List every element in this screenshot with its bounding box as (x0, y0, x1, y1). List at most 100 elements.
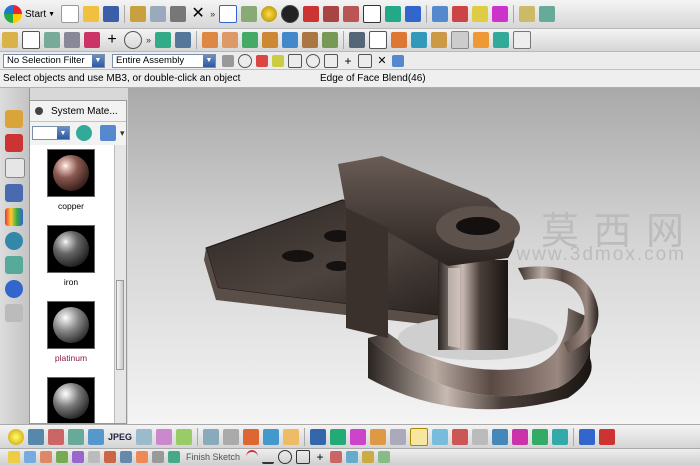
sketch-orient-icon[interactable] (88, 451, 100, 463)
delete-icon[interactable]: ✕ (190, 6, 206, 22)
sketch-view-icon[interactable] (136, 451, 148, 463)
snap-surface-icon[interactable] (392, 54, 404, 67)
snap-center-icon[interactable] (306, 53, 320, 68)
trim-icon[interactable] (473, 32, 490, 48)
fit-icon[interactable] (219, 5, 238, 23)
line-icon[interactable] (155, 32, 172, 48)
camera-icon[interactable] (28, 428, 44, 445)
sketch-grid-icon[interactable] (152, 451, 164, 463)
assembly-navigator-icon[interactable] (5, 110, 23, 128)
extrude-icon[interactable] (202, 32, 219, 48)
open-folder-icon[interactable] (83, 6, 100, 22)
background-scene-icon[interactable] (203, 428, 220, 445)
grid-display-icon[interactable] (532, 428, 549, 445)
decal-icon[interactable] (88, 428, 104, 445)
rotate-icon[interactable] (261, 6, 278, 22)
sketch-icon[interactable] (2, 32, 18, 48)
sketch-circle-icon[interactable] (278, 450, 293, 464)
measure-icon[interactable] (492, 6, 509, 22)
snap-intersect-icon[interactable]: ✕ (376, 55, 388, 67)
fog-icon[interactable] (472, 428, 489, 445)
more-icon[interactable]: » (210, 9, 215, 19)
web-browser-icon[interactable] (5, 232, 23, 250)
lasso-icon[interactable] (238, 53, 252, 68)
image-icon[interactable] (44, 32, 60, 48)
part-navigator-icon[interactable] (5, 158, 25, 178)
boss-icon[interactable] (262, 32, 279, 48)
light-bulb-icon[interactable] (8, 428, 24, 445)
draft-icon[interactable] (493, 32, 510, 48)
curve-icon[interactable] (84, 32, 100, 48)
panel-scrollbar[interactable] (114, 145, 126, 423)
list-item[interactable]: platinum (40, 301, 102, 363)
chevron-down-icon[interactable]: ▾ (120, 128, 125, 139)
color-icon[interactable] (370, 428, 387, 445)
unite-icon[interactable] (391, 32, 408, 48)
arc-icon[interactable] (175, 32, 192, 48)
offset-icon[interactable] (513, 31, 532, 49)
shadow-icon[interactable] (452, 428, 469, 445)
jpeg-export-button[interactable]: JPEG (108, 432, 132, 442)
revolve-icon[interactable] (222, 32, 239, 48)
snap-endpoint-icon[interactable] (256, 54, 268, 67)
texture-icon[interactable] (68, 428, 84, 445)
sketch-arc-icon[interactable] (246, 450, 259, 464)
selection-scope-dropdown[interactable]: Entire Assembly ▼ (112, 53, 216, 68)
material-editor-icon[interactable] (223, 428, 240, 445)
list-item[interactable]: iron (40, 225, 102, 287)
reflection-icon[interactable] (492, 428, 509, 445)
scene-icon[interactable] (176, 428, 193, 445)
render-style-icon[interactable] (281, 5, 300, 23)
sketch-dimension-icon[interactable] (362, 451, 375, 463)
constraint-navigator-icon[interactable] (5, 134, 23, 152)
highlight-icon[interactable] (350, 428, 367, 445)
selected-tool-icon[interactable] (410, 427, 429, 446)
palette-icon[interactable] (5, 208, 23, 226)
copy-icon[interactable] (150, 6, 167, 22)
wcs-icon[interactable] (452, 6, 469, 22)
graphics-viewport[interactable]: 莫 西 网 www.3dmox.com (128, 88, 700, 424)
subtract-icon[interactable] (411, 32, 428, 48)
material-view-dropdown[interactable]: ▼ (32, 126, 70, 140)
visual-effects-icon[interactable] (156, 428, 173, 445)
sketch-line-icon[interactable] (262, 450, 275, 464)
finish-flag-icon[interactable] (168, 451, 180, 463)
scrollbar-thumb[interactable] (116, 280, 124, 370)
sketch-plane-icon[interactable] (72, 451, 84, 463)
refresh-icon[interactable] (76, 125, 92, 141)
shaded-icon[interactable] (303, 6, 320, 22)
wireframe-icon[interactable] (343, 6, 360, 22)
shaded-edges-icon[interactable] (323, 6, 340, 22)
snap-control-icon[interactable] (288, 53, 302, 68)
chamfer-icon[interactable] (322, 32, 339, 48)
zoom-icon[interactable] (241, 6, 258, 22)
environment-icon[interactable] (512, 428, 529, 445)
render-icon[interactable] (599, 428, 616, 445)
snap-point-icon[interactable]: + (342, 55, 354, 67)
sketch-trim-icon[interactable] (330, 451, 343, 463)
pin-icon[interactable] (35, 107, 43, 115)
list-item[interactable] (40, 377, 102, 423)
pattern-icon[interactable] (349, 32, 366, 48)
toolbar-options-icon[interactable] (519, 6, 536, 22)
sketch-constraint-icon[interactable] (346, 451, 359, 463)
sketch-rectangle-icon[interactable] (296, 450, 311, 464)
analysis-icon[interactable] (330, 428, 347, 445)
shading-icon[interactable] (263, 428, 280, 445)
lamp-icon[interactable] (8, 451, 20, 463)
snap-icon[interactable] (472, 6, 489, 22)
translucency-icon[interactable] (432, 428, 449, 445)
layer-display-icon[interactable] (552, 428, 569, 445)
sketch-mirror-icon[interactable] (378, 451, 391, 463)
studio-icon[interactable] (48, 428, 64, 445)
table-icon[interactable] (432, 6, 449, 22)
view-orient-icon[interactable] (405, 6, 422, 22)
snap-curve-icon[interactable] (358, 53, 372, 68)
display-options-icon[interactable] (100, 125, 116, 141)
mirror-icon[interactable] (369, 31, 388, 49)
image-export-icon[interactable] (136, 428, 153, 445)
render-mode-icon[interactable] (283, 428, 300, 445)
start-button[interactable]: Start ▼ (4, 5, 55, 23)
sketch-profile-icon[interactable] (56, 451, 68, 463)
reuse-library-icon[interactable] (5, 184, 23, 202)
